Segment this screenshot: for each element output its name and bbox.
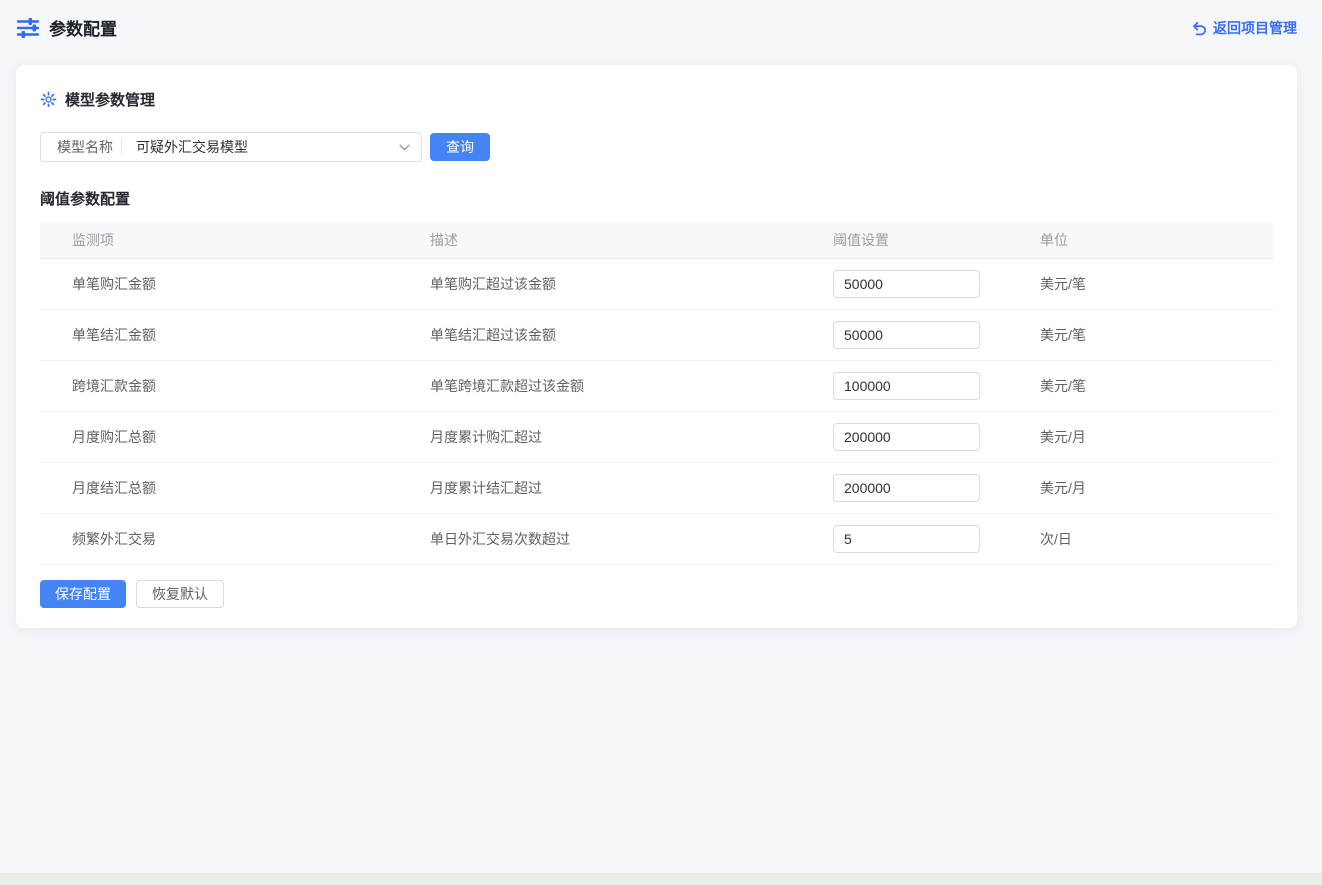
undo-arrow-icon xyxy=(1191,20,1207,36)
threshold-input[interactable] xyxy=(833,474,980,502)
table-row: 单笔结汇金额 单笔结汇超过该金额 美元/笔 xyxy=(40,309,1273,360)
threshold-input[interactable] xyxy=(833,321,980,349)
column-header-desc: 描述 xyxy=(410,222,793,258)
back-to-project-link[interactable]: 返回项目管理 xyxy=(1191,18,1297,38)
table-row: 月度结汇总额 月度累计结汇超过 美元/月 xyxy=(40,462,1273,513)
threshold-input[interactable] xyxy=(833,423,980,451)
action-buttons: 保存配置 恢复默认 xyxy=(40,580,1273,608)
threshold-input[interactable] xyxy=(833,270,980,298)
cell-item: 月度购汇总额 xyxy=(40,411,410,462)
cell-unit: 次/日 xyxy=(1000,513,1273,564)
cell-item: 月度结汇总额 xyxy=(40,462,410,513)
cell-unit: 美元/月 xyxy=(1000,411,1273,462)
query-row: 模型名称 可疑外汇交易模型 查询 xyxy=(40,132,1273,162)
cell-desc: 单笔结汇超过该金额 xyxy=(410,309,793,360)
top-header-bar: 参数配置 返回项目管理 xyxy=(0,0,1322,55)
cell-desc: 月度累计购汇超过 xyxy=(410,411,793,462)
model-name-select[interactable]: 模型名称 可疑外汇交易模型 xyxy=(40,132,422,162)
column-header-item: 监测项 xyxy=(40,222,410,258)
cell-desc: 单笔购汇超过该金额 xyxy=(410,258,793,309)
table-row: 单笔购汇金额 单笔购汇超过该金额 美元/笔 xyxy=(40,258,1273,309)
cell-unit: 美元/笔 xyxy=(1000,309,1273,360)
column-header-threshold: 阈值设置 xyxy=(793,222,1000,258)
threshold-input[interactable] xyxy=(833,372,980,400)
cell-item: 频繁外汇交易 xyxy=(40,513,410,564)
section-header: 模型参数管理 xyxy=(40,89,1273,110)
column-header-unit: 单位 xyxy=(1000,222,1273,258)
sliders-icon xyxy=(16,17,40,39)
back-link-label: 返回项目管理 xyxy=(1213,18,1297,38)
cell-unit: 美元/笔 xyxy=(1000,258,1273,309)
threshold-table-title: 阈值参数配置 xyxy=(40,188,1273,209)
cell-item: 单笔购汇金额 xyxy=(40,258,410,309)
chevron-down-icon xyxy=(398,141,411,154)
table-row: 跨境汇款金额 单笔跨境汇款超过该金额 美元/笔 xyxy=(40,360,1273,411)
threshold-input[interactable] xyxy=(833,525,980,553)
cell-desc: 单笔跨境汇款超过该金额 xyxy=(410,360,793,411)
table-row: 频繁外汇交易 单日外汇交易次数超过 次/日 xyxy=(40,513,1273,564)
threshold-table: 监测项 描述 阈值设置 单位 单笔购汇金额 单笔购汇超过该金额 美元/笔 单笔结… xyxy=(40,222,1273,565)
page-title: 参数配置 xyxy=(49,15,117,40)
cell-item: 单笔结汇金额 xyxy=(40,309,410,360)
table-header-row: 监测项 描述 阈值设置 单位 xyxy=(40,222,1273,258)
cell-item: 跨境汇款金额 xyxy=(40,360,410,411)
gear-icon xyxy=(40,91,57,108)
model-name-label: 模型名称 xyxy=(49,137,121,157)
bottom-edge-strip xyxy=(0,873,1322,885)
restore-default-button[interactable]: 恢复默认 xyxy=(136,580,224,608)
save-config-button[interactable]: 保存配置 xyxy=(40,580,126,608)
table-row: 月度购汇总额 月度累计购汇超过 美元/月 xyxy=(40,411,1273,462)
cell-desc: 月度累计结汇超过 xyxy=(410,462,793,513)
page-title-group: 参数配置 xyxy=(16,15,117,40)
model-name-value: 可疑外汇交易模型 xyxy=(122,137,398,157)
query-button[interactable]: 查询 xyxy=(430,133,490,161)
cell-unit: 美元/笔 xyxy=(1000,360,1273,411)
section-title: 模型参数管理 xyxy=(65,89,155,110)
model-parameter-card: 模型参数管理 模型名称 可疑外汇交易模型 查询 阈值参数配置 监测项 描述 阈值… xyxy=(16,65,1297,628)
cell-unit: 美元/月 xyxy=(1000,462,1273,513)
cell-desc: 单日外汇交易次数超过 xyxy=(410,513,793,564)
